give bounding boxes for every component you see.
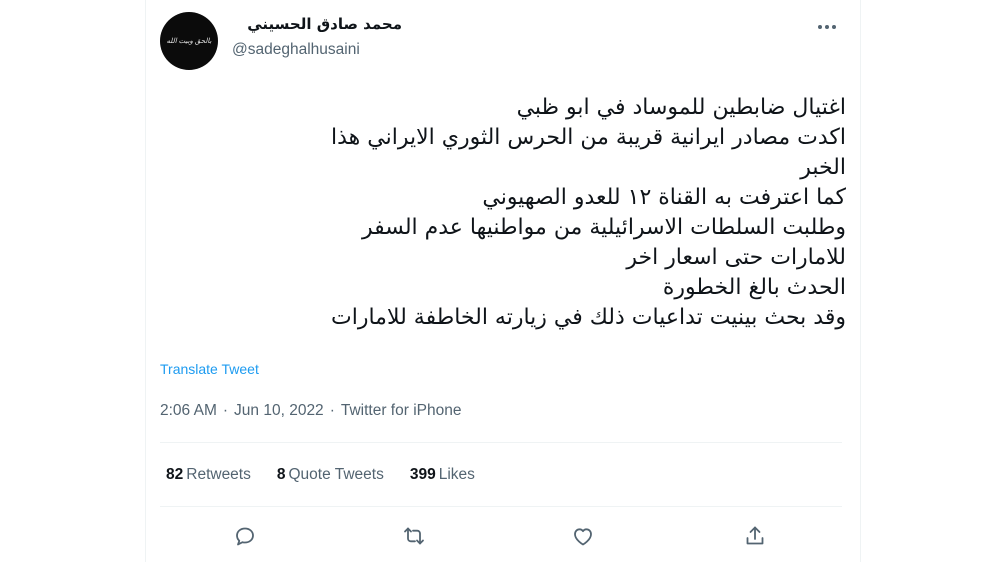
avatar[interactable]: بالحق وبيت الله <box>160 12 218 70</box>
divider <box>160 442 842 443</box>
likes-count: 399 <box>409 466 436 483</box>
like-button[interactable] <box>565 518 601 554</box>
more-dot <box>825 25 829 29</box>
tweet-time[interactable]: 2:06 AM <box>160 402 217 419</box>
tweet-meta: 2:06 AM · Jun 10, 2022 · Twitter for iPhone <box>160 402 461 420</box>
reply-button[interactable] <box>227 518 263 554</box>
quote-tweets-stat[interactable]: 8 Quote Tweets <box>277 466 384 484</box>
divider <box>160 506 842 507</box>
quotes-count: 8 <box>276 466 286 483</box>
retweet-icon <box>404 527 424 545</box>
tweet-source[interactable]: Twitter for iPhone <box>341 402 462 419</box>
tweet-text: اغتيال ضابطين للموساد في ابو ظبي اكدت مص… <box>160 93 846 333</box>
quotes-label: Quote Tweets <box>288 466 384 483</box>
meta-separator: · <box>329 402 335 419</box>
more-options-button[interactable] <box>812 18 842 36</box>
tweet-line: وقد بحث بينيت تداعيات ذلك في زيارته الخا… <box>331 305 846 330</box>
retweets-stat[interactable]: 82 Retweets <box>166 466 251 484</box>
avatar-text: بالحق وبيت الله <box>166 38 212 45</box>
retweets-label: Retweets <box>186 466 251 483</box>
tweet-line: اغتيال ضابطين للموساد في ابو ظبي <box>516 95 846 120</box>
more-dot <box>832 25 836 29</box>
heart-icon <box>574 528 592 546</box>
author-display-name[interactable]: محمد صادق الحسيني <box>232 15 402 33</box>
translate-tweet-link[interactable]: Translate Tweet <box>160 361 259 377</box>
share-button[interactable] <box>737 518 773 554</box>
tweet-date[interactable]: Jun 10, 2022 <box>234 402 324 419</box>
meta-separator: · <box>222 402 229 419</box>
tweet-line: اكدت مصادر ايرانية قريبة من الحرس الثوري… <box>331 125 846 150</box>
retweet-button[interactable] <box>396 518 432 554</box>
likes-label: Likes <box>438 466 475 483</box>
tweet-line: للامارات حتى اسعار اخر <box>626 245 846 270</box>
tweet-line: كما اعترفت به القناة ١٢ للعدو الصهيوني <box>482 185 846 210</box>
tweet-line: الحدث بالغ الخطورة <box>662 275 846 300</box>
more-horizontal-icon <box>818 25 822 29</box>
tweet-line: وطلبت السلطات الاسرائيلية من مواطنيها عد… <box>361 215 846 240</box>
tweet-actions <box>160 518 842 554</box>
tweet-stats: 82 Retweets 8 Quote Tweets 399 Likes <box>166 466 475 484</box>
reply-icon <box>236 527 254 546</box>
tweet-line: الخبر <box>800 155 846 180</box>
likes-stat[interactable]: 399 Likes <box>410 466 475 484</box>
author-handle[interactable]: @sadeghalhusaini <box>232 41 360 59</box>
retweets-count: 82 <box>166 466 184 483</box>
share-icon <box>746 526 764 545</box>
